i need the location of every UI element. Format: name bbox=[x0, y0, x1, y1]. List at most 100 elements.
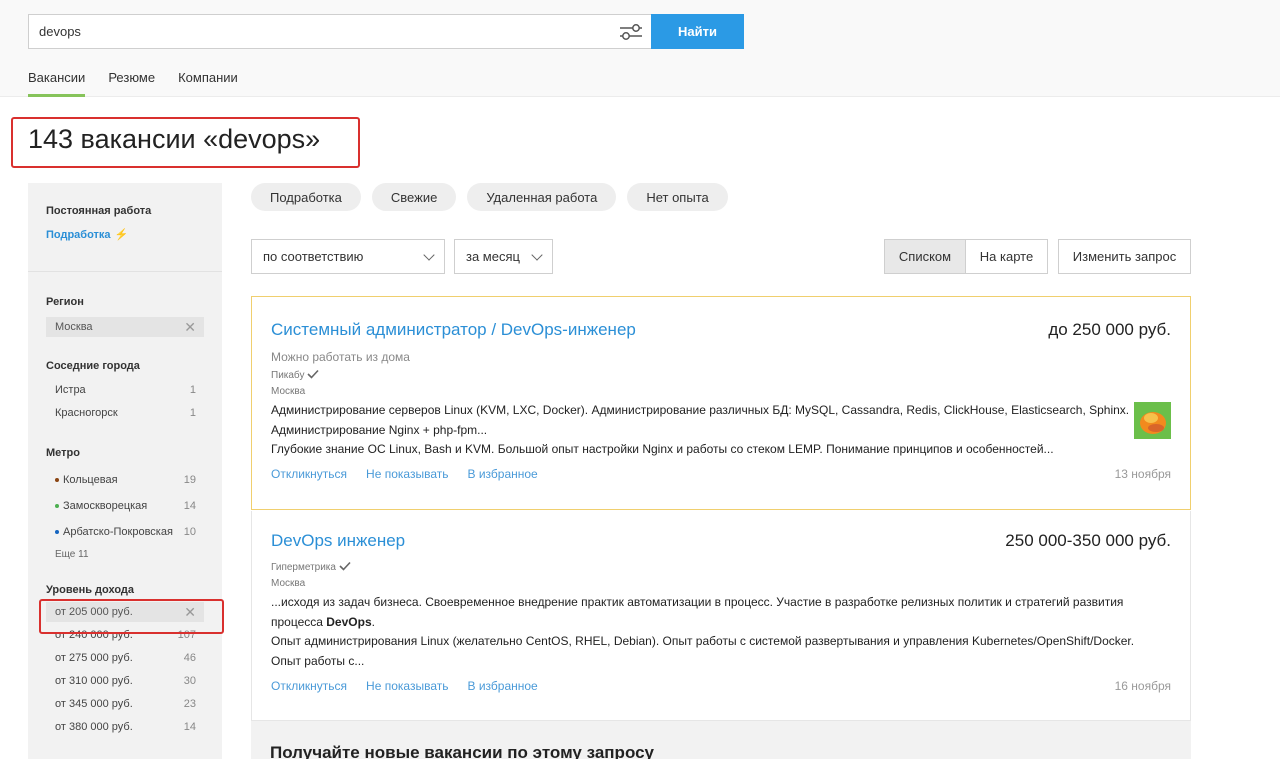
income-item[interactable]: от 345 000 руб. 23 bbox=[46, 692, 204, 715]
filters-sidebar: Постоянная работа Подработка ⚡ Регион Мо… bbox=[28, 183, 222, 759]
company-name[interactable]: Гиперметрика bbox=[271, 561, 351, 574]
vacancy-description: ...исходя из задач бизнеса. Своевременно… bbox=[271, 593, 1141, 632]
search-box bbox=[28, 14, 651, 49]
vacancy-date: 16 ноября bbox=[1114, 679, 1171, 693]
nearby-count: 1 bbox=[189, 406, 196, 419]
hide-link[interactable]: Не показывать bbox=[366, 679, 448, 693]
subscribe-title: Получайте новые вакансии по этому запрос… bbox=[270, 743, 655, 759]
income-label: от 275 000 руб. bbox=[55, 651, 133, 664]
remote-note: Можно работать из дома bbox=[271, 350, 410, 364]
verified-check-icon bbox=[339, 561, 351, 574]
close-icon[interactable]: ✕ bbox=[184, 319, 196, 336]
search-input[interactable] bbox=[29, 15, 589, 48]
vacancy-city: Москва bbox=[271, 386, 306, 397]
nearby-label: Красногорск bbox=[55, 406, 118, 419]
region-heading: Регион bbox=[46, 296, 84, 308]
vacancy-title[interactable]: DevOps инженер bbox=[271, 531, 405, 551]
income-heading: Уровень дохода bbox=[46, 584, 135, 596]
vacancy-salary: 250 000-350 000 руб. bbox=[1005, 531, 1171, 550]
part-time-link[interactable]: Подработка ⚡ bbox=[46, 228, 204, 242]
company-name[interactable]: Пикабу bbox=[271, 369, 320, 382]
metro-item[interactable]: Замоскворецкая 14 bbox=[46, 493, 204, 519]
vacancy-actions: Откликнуться Не показывать В избранное bbox=[271, 679, 538, 693]
filter-fresh[interactable]: Свежие bbox=[371, 183, 457, 211]
sort-order-select[interactable]: по соответствию bbox=[251, 239, 445, 274]
tab-resumes[interactable]: Резюме bbox=[108, 62, 155, 97]
filter-part-time[interactable]: Подработка bbox=[251, 183, 361, 211]
chevron-down-icon bbox=[531, 248, 543, 261]
metro-count: 19 bbox=[183, 474, 196, 486]
metro-line-dot bbox=[55, 478, 59, 482]
metro-count: 14 bbox=[183, 500, 196, 512]
metro-count: 10 bbox=[183, 526, 196, 538]
region-value: Москва bbox=[55, 321, 93, 333]
nearby-item[interactable]: Красногорск 1 bbox=[46, 401, 204, 424]
income-item[interactable]: от 275 000 руб. 46 bbox=[46, 646, 204, 669]
nearby-item[interactable]: Истра 1 bbox=[46, 378, 204, 401]
vacancy-city: Москва bbox=[271, 578, 306, 589]
vacancy-title[interactable]: Системный администратор / DevOps-инженер bbox=[271, 320, 636, 340]
keyword-highlight: DevOps bbox=[326, 614, 372, 629]
vacancy-requirements: Опыт администрирования Linux (желательно… bbox=[271, 634, 1135, 668]
income-count: 23 bbox=[183, 697, 196, 710]
sort-order-value: по соответствию bbox=[263, 249, 364, 264]
tab-vacancies[interactable]: Вакансии bbox=[28, 62, 86, 97]
tab-companies[interactable]: Компании bbox=[178, 62, 238, 97]
region-chip: Москва ✕ bbox=[46, 317, 204, 337]
vacancy-date: 13 ноября bbox=[1114, 467, 1171, 481]
description-text: ...исходя из задач бизнеса. Своевременно… bbox=[271, 595, 1124, 629]
highlight-box-income bbox=[39, 599, 224, 634]
hide-link[interactable]: Не показывать bbox=[366, 467, 448, 481]
metro-label: Кольцевая bbox=[63, 474, 118, 486]
metro-heading: Метро bbox=[46, 447, 80, 459]
nearby-count: 1 bbox=[189, 383, 196, 396]
view-map-button[interactable]: На карте bbox=[966, 240, 1047, 273]
subscribe-block: Получайте новые вакансии по этому запрос… bbox=[251, 721, 1191, 759]
metro-more-link[interactable]: Еще 11 bbox=[46, 549, 204, 560]
view-list-button[interactable]: Списком bbox=[885, 240, 966, 273]
favorite-link[interactable]: В избранное bbox=[467, 467, 537, 481]
income-label: от 345 000 руб. bbox=[55, 697, 133, 710]
income-item[interactable]: от 310 000 руб. 30 bbox=[46, 669, 204, 692]
metro-line-dot bbox=[55, 504, 59, 508]
change-query-button[interactable]: Изменить запрос bbox=[1058, 239, 1191, 274]
favorite-link[interactable]: В избранное bbox=[467, 679, 537, 693]
income-count: 46 bbox=[183, 651, 196, 664]
filter-remote[interactable]: Удаленная работа bbox=[467, 183, 617, 211]
sliders-icon[interactable] bbox=[619, 22, 643, 42]
income-item[interactable]: от 380 000 руб. 14 bbox=[46, 715, 204, 738]
company-label: Пикабу bbox=[271, 370, 305, 381]
company-logo[interactable] bbox=[1134, 402, 1171, 439]
period-value: за месяц bbox=[466, 249, 520, 264]
vacancy-salary: до 250 000 руб. bbox=[1048, 320, 1171, 339]
quick-filters: Подработка Свежие Удаленная работа Нет о… bbox=[251, 183, 728, 211]
part-time-label: Подработка bbox=[46, 228, 111, 241]
metro-item[interactable]: Арбатско-Покровская 10 bbox=[46, 519, 204, 545]
chevron-down-icon bbox=[423, 248, 435, 261]
metro-line-dot bbox=[55, 530, 59, 534]
nearby-heading: Соседние города bbox=[46, 360, 140, 372]
vacancy-requirements: Глубокие знание ОС Linux, Bash и KVM. Бо… bbox=[271, 442, 1054, 456]
respond-link[interactable]: Откликнуться bbox=[271, 467, 347, 481]
description-end: . bbox=[371, 614, 375, 629]
lightning-icon: ⚡ bbox=[114, 229, 129, 241]
filter-no-experience[interactable]: Нет опыта bbox=[627, 183, 728, 211]
vacancy-actions: Откликнуться Не показывать В избранное bbox=[271, 467, 538, 481]
respond-link[interactable]: Откликнуться bbox=[271, 679, 347, 693]
vacancy-card: DevOps инженер 250 000-350 000 руб. Гипе… bbox=[251, 511, 1191, 721]
employment-heading: Постоянная работа bbox=[46, 205, 152, 217]
metro-label: Замоскворецкая bbox=[63, 500, 148, 512]
period-select[interactable]: за месяц bbox=[454, 239, 553, 274]
metro-label: Арбатско-Покровская bbox=[63, 526, 173, 538]
nearby-label: Истра bbox=[55, 383, 86, 396]
income-count: 14 bbox=[183, 720, 196, 733]
income-label: от 380 000 руб. bbox=[55, 720, 133, 733]
header: Найти Вакансии Резюме Компании bbox=[0, 0, 1280, 97]
vacancy-description: Администрирование серверов Linux (KVM, L… bbox=[271, 403, 1130, 437]
metro-item[interactable]: Кольцевая 19 bbox=[46, 467, 204, 493]
search-button[interactable]: Найти bbox=[651, 14, 744, 49]
main-tabs: Вакансии Резюме Компании bbox=[28, 62, 261, 97]
income-count: 30 bbox=[183, 674, 196, 687]
company-label: Гиперметрика bbox=[271, 562, 336, 573]
vacancy-card: Системный администратор / DevOps-инженер… bbox=[251, 296, 1191, 510]
